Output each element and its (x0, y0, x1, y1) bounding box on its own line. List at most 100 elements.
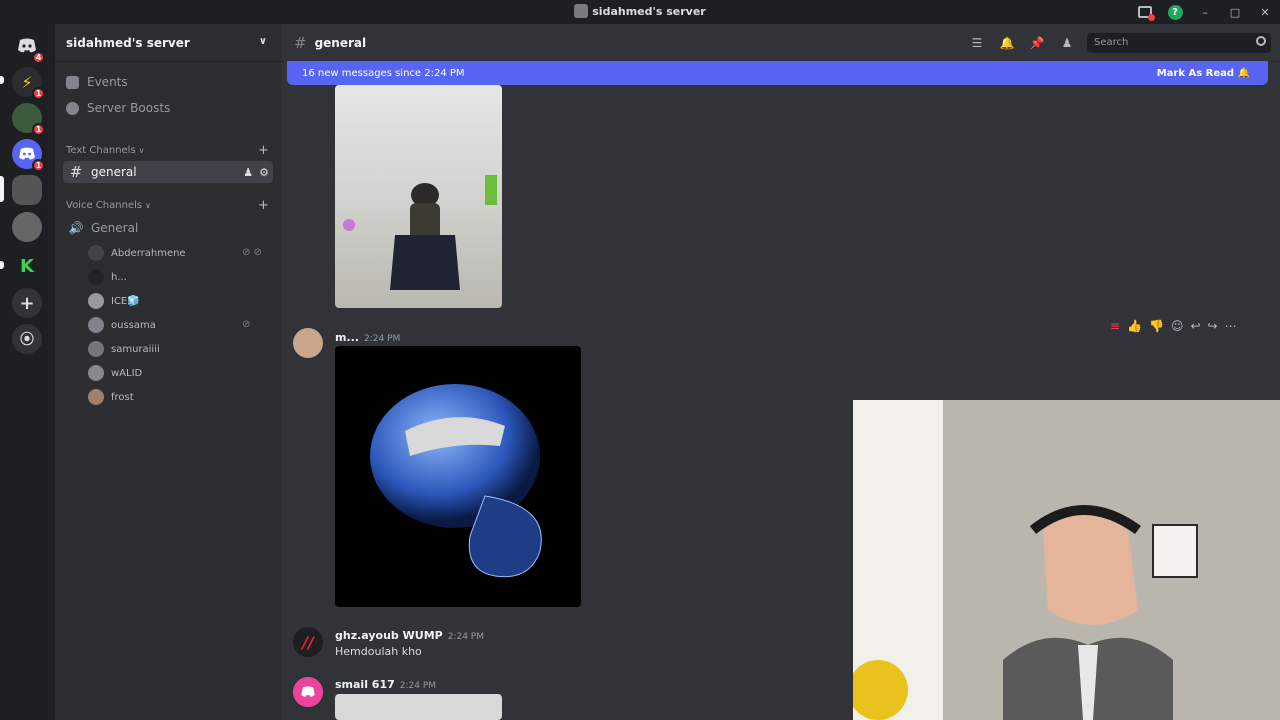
events-item[interactable]: Events (66, 71, 128, 93)
unread-badge: 4 (32, 51, 45, 64)
photo-image (343, 175, 497, 290)
avatar[interactable]: // (293, 627, 323, 657)
message-image[interactable] (335, 694, 502, 720)
boosts-label: Server Boosts (87, 101, 171, 115)
new-messages-bar[interactable]: 16 new messages since 2:24 PM Mark As Re… (287, 61, 1268, 85)
category-label: Text Channels (66, 145, 136, 156)
server-photo-1[interactable] (12, 175, 42, 205)
search-placeholder: Search (1094, 37, 1129, 48)
server-lightning[interactable]: ⚡ 1 (12, 67, 45, 100)
channel-general[interactable]: # general ♟ ⚙ (63, 161, 273, 183)
plus-icon: + (19, 292, 35, 314)
message-actions: ≡ 👍 👎 ☺ ↩ ↪ ⋯ (1110, 319, 1237, 333)
message-image[interactable] (335, 346, 581, 607)
timestamp: 2:24 PM (364, 334, 401, 344)
add-reaction-icon[interactable]: ☺ (1171, 319, 1184, 333)
voice-user[interactable]: frost (88, 387, 134, 407)
message-author[interactable]: smail 617 2:24 PM (335, 678, 436, 691)
server-k[interactable]: K (12, 251, 42, 281)
unread-badge: 1 (32, 159, 45, 172)
channel-name: General (91, 221, 139, 235)
timestamp: 2:24 PM (447, 632, 484, 642)
server-photo-2[interactable] (12, 212, 42, 242)
voice-user[interactable]: h... (88, 267, 127, 287)
reaction-100-icon[interactable]: ≡ (1110, 319, 1120, 333)
bell-icon[interactable]: 🔔 (999, 35, 1015, 51)
timestamp: 2:24 PM (399, 681, 437, 691)
mark-as-read-label: Mark As Read (1156, 67, 1235, 79)
voice-channel-general[interactable]: 🔊 General (63, 217, 273, 239)
avatar[interactable] (293, 328, 323, 358)
threads-icon[interactable]: ☰ (969, 35, 985, 51)
lightning-icon: ⚡ (21, 72, 33, 92)
voice-user-name: wALID (111, 367, 143, 379)
voice-channels-category[interactable]: Voice Channels ∨ + (66, 198, 269, 213)
voice-user[interactable]: Abderrahmene (88, 243, 186, 263)
message-author[interactable]: m... 2:24 PM (335, 331, 400, 344)
avatar[interactable] (293, 677, 323, 707)
message-text: Hemdoulah kho (335, 645, 422, 658)
search-input[interactable]: Search (1087, 33, 1271, 53)
invite-icon[interactable]: ♟ (243, 166, 253, 179)
home-button[interactable]: 4 (12, 31, 45, 64)
chat-header: # general ☰ 🔔 📌 ♟ Search (281, 24, 1280, 62)
chevron-down-icon: ∨ (145, 201, 151, 210)
more-icon[interactable]: ⋯ (1225, 319, 1237, 333)
voice-user[interactable]: samuraiiii (88, 339, 160, 359)
avatar (88, 293, 104, 309)
hash-icon: # (69, 163, 83, 181)
server-boosts-item[interactable]: Server Boosts (66, 97, 170, 119)
unread-pill (0, 261, 4, 269)
k-logo-icon: K (20, 255, 34, 277)
create-channel-button[interactable]: + (258, 143, 269, 158)
unread-badge: 1 (32, 123, 45, 136)
window-title: sidahmed's server (0, 4, 1280, 18)
voice-user[interactable]: oussama (88, 315, 156, 335)
thumbs-up-icon[interactable]: 👍 (1127, 319, 1142, 333)
title-bar: sidahmed's server ? – □ ✕ (0, 0, 1280, 24)
server-discord[interactable]: 1 (12, 139, 45, 172)
thumbs-down-icon[interactable]: 👎 (1149, 319, 1164, 333)
server-icon (574, 4, 589, 18)
gear-icon[interactable]: ⚙ (259, 166, 269, 179)
server-green[interactable]: 1 (12, 103, 45, 136)
close-button[interactable]: ✕ (1250, 0, 1280, 24)
channel-name: general (91, 165, 137, 179)
events-label: Events (87, 75, 128, 89)
avatar (88, 269, 104, 285)
maximize-button[interactable]: □ (1220, 0, 1250, 24)
voice-user[interactable]: wALID (88, 363, 142, 383)
message-author[interactable]: ghz.ayoub WUMP 2:24 PM (335, 629, 484, 642)
forward-icon[interactable]: ↪ (1208, 319, 1218, 333)
mark-as-read-button[interactable]: Mark As Read 🔔 (1157, 68, 1250, 79)
author-name[interactable]: ghz.ayoub WUMP (335, 629, 443, 642)
members-icon[interactable]: ♟ (1059, 35, 1075, 51)
text-channels-category[interactable]: Text Channels ∨ + (66, 143, 269, 158)
server-header[interactable]: sidahmed's server ∨ (55, 24, 281, 62)
author-name[interactable]: m... (335, 331, 359, 344)
voice-user-name: h... (111, 271, 127, 283)
pin-icon[interactable]: 📌 (1029, 35, 1045, 51)
channel-title: general (314, 35, 367, 50)
create-channel-button[interactable]: + (258, 198, 269, 213)
discord-icon (301, 686, 315, 697)
author-name[interactable]: smail 617 (335, 678, 395, 691)
inbox-button[interactable] (1130, 0, 1160, 24)
help-button[interactable]: ? (1160, 0, 1190, 24)
message-image[interactable] (335, 85, 502, 308)
new-messages-text: 16 new messages since 2:24 PM (302, 67, 465, 79)
minimize-button[interactable]: – (1190, 0, 1220, 24)
avatar (88, 341, 104, 357)
avatar (88, 389, 104, 405)
explore-button[interactable]: ⦿ (12, 324, 42, 354)
add-server-button[interactable]: + (12, 288, 42, 318)
muted-icon: ⊘ (242, 319, 251, 330)
window-title-text: sidahmed's server (592, 5, 706, 18)
search-icon (1256, 36, 1266, 46)
reply-icon[interactable]: ↩ (1190, 319, 1200, 333)
chevron-down-icon: ∨ (258, 36, 267, 47)
unread-pill (0, 76, 4, 84)
server-name: sidahmed's server (66, 35, 190, 50)
help-icon: ? (1167, 4, 1183, 20)
voice-user[interactable]: ICE🧊 (88, 291, 140, 311)
